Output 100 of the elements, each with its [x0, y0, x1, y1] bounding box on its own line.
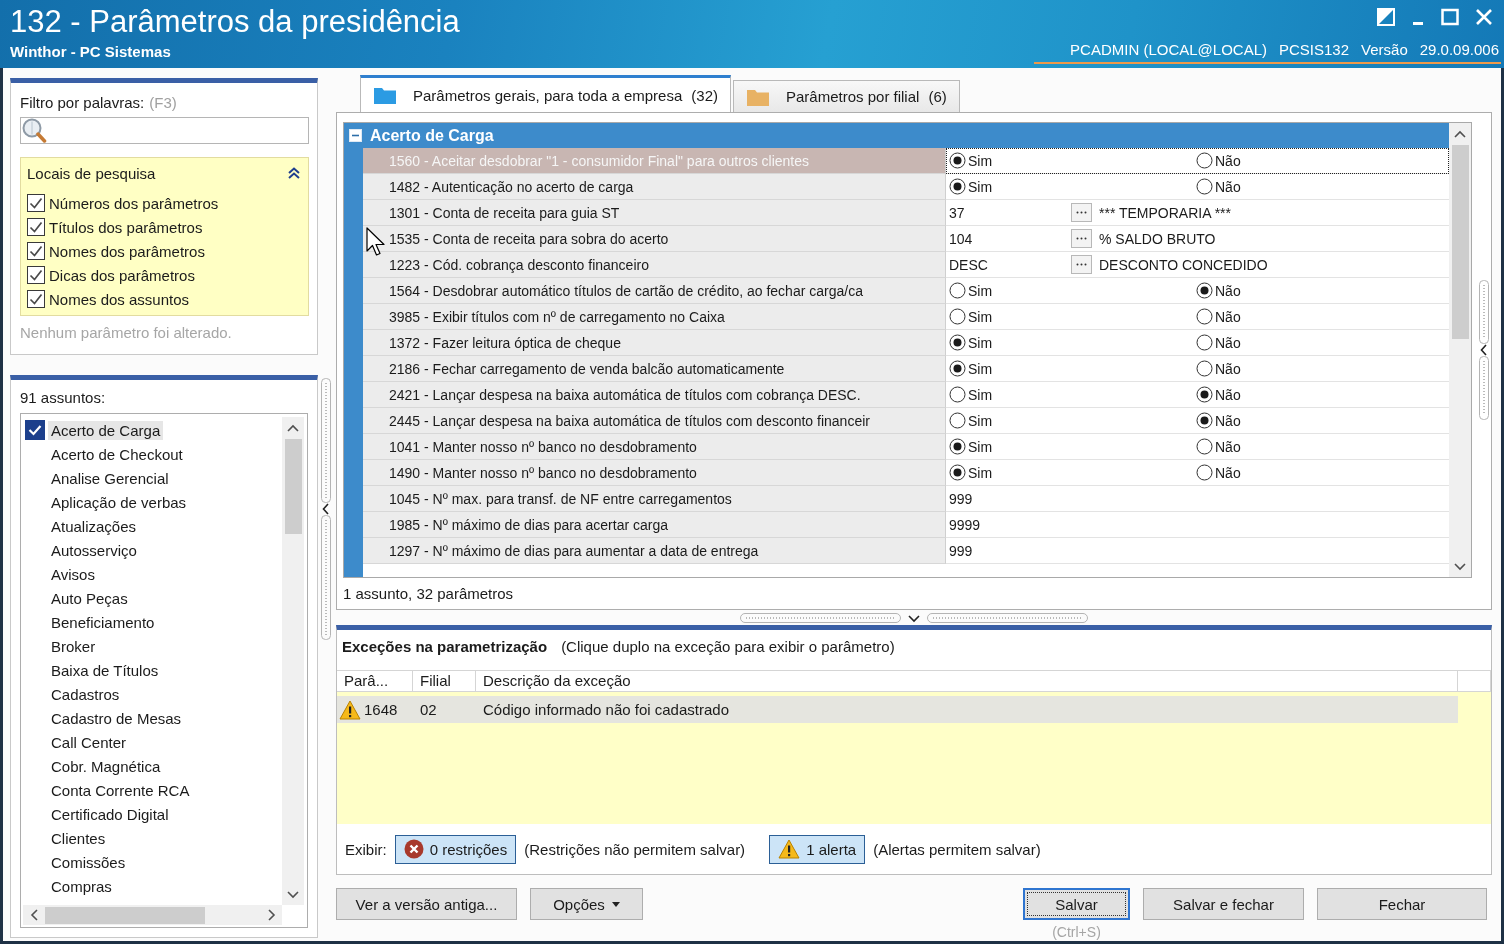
radio-icon[interactable]	[949, 438, 966, 455]
radio-option[interactable]: Sim	[949, 360, 1196, 377]
radio-option[interactable]: Sim	[949, 334, 1196, 351]
radio-option[interactable]: Sim	[949, 152, 1196, 169]
search-option[interactable]: Dicas dos parâmetros	[27, 263, 300, 287]
scroll-thumb[interactable]	[45, 906, 205, 924]
parameter-name[interactable]: 1297 - Nº máximo de dias para aumentar a data de entrega	[363, 538, 946, 564]
checkbox-icon[interactable]	[27, 290, 45, 308]
radio-option[interactable]: Não	[1196, 308, 1443, 325]
radio-option[interactable]: Não	[1196, 334, 1443, 351]
radio-icon[interactable]	[1196, 178, 1213, 195]
splitter-handle[interactable]	[320, 378, 332, 640]
tab[interactable]: Parâmetros por filial (6)	[733, 80, 960, 112]
radio-icon[interactable]	[949, 386, 966, 403]
column-header[interactable]: Filial	[413, 671, 476, 691]
half-filled-square-icon[interactable]	[1377, 8, 1395, 26]
parameter-name[interactable]: 1490 - Manter nosso nº banco no desdobramento	[363, 460, 946, 486]
radio-icon[interactable]	[1196, 282, 1213, 299]
list-item[interactable]: Cadastros	[48, 684, 123, 704]
radio-option[interactable]: Não	[1196, 438, 1443, 455]
radio-option[interactable]: Sim	[949, 412, 1196, 429]
table-row[interactable]: 1648 02 Código informado não foi cadastrado	[337, 696, 1458, 723]
parameter-name[interactable]: 1564 - Desdobrar automático títulos de cartão de crédito, ao fechar carga/ca	[363, 278, 946, 304]
list-item[interactable]: Atualizações	[48, 516, 140, 536]
checkbox-icon[interactable]	[27, 242, 45, 260]
parameter-value[interactable]: 104	[949, 230, 1071, 247]
scrollbar[interactable]	[1449, 123, 1471, 577]
parameter-value[interactable]: DESC	[949, 256, 1071, 273]
radio-icon[interactable]	[949, 334, 966, 351]
list-item[interactable]: Avisos	[48, 564, 98, 584]
radio-option[interactable]: Sim	[949, 282, 1196, 299]
maximize-icon[interactable]	[1441, 8, 1459, 26]
scroll-down-icon[interactable]	[1454, 561, 1466, 571]
list-item[interactable]: Analise Gerencial	[48, 468, 172, 488]
parameter-name[interactable]: 1372 - Fazer leitura óptica de cheque	[363, 330, 946, 356]
scroll-thumb[interactable]	[284, 439, 302, 534]
radio-icon[interactable]	[949, 152, 966, 169]
list-item[interactable]: Cobr. Magnética	[48, 756, 164, 776]
list-item[interactable]: Acerto de Carga	[48, 420, 164, 440]
action-button[interactable]: Fechar	[1317, 888, 1487, 920]
list-item[interactable]: Conta Corrente RCA	[48, 780, 193, 800]
search-option[interactable]: Números dos parâmetros	[27, 191, 300, 215]
list-item[interactable]: Certificado Digital	[48, 804, 172, 824]
scrollbar[interactable]	[282, 417, 304, 905]
toggle-button[interactable]: 0 restrições	[394, 834, 517, 864]
radio-icon[interactable]	[949, 412, 966, 429]
radio-icon[interactable]	[1196, 438, 1213, 455]
radio-icon[interactable]	[949, 282, 966, 299]
search-field[interactable]	[20, 117, 309, 144]
radio-option[interactable]: Não	[1196, 386, 1443, 403]
parameter-value[interactable]: 999	[949, 542, 973, 559]
list-item[interactable]: Compras	[48, 876, 115, 896]
radio-option[interactable]: Não	[1196, 152, 1443, 169]
close-icon[interactable]	[1475, 8, 1493, 26]
scroll-left-icon[interactable]	[29, 909, 39, 921]
radio-option[interactable]: Não	[1196, 282, 1443, 299]
action-button[interactable]: Salvar	[1023, 888, 1130, 920]
radio-option[interactable]: Sim	[949, 464, 1196, 481]
radio-icon[interactable]	[1196, 152, 1213, 169]
scroll-down-icon[interactable]	[287, 889, 299, 899]
parameter-name[interactable]: 1041 - Manter nosso nº banco no desdobramento	[363, 434, 946, 460]
splitter-handle[interactable]	[740, 611, 1088, 624]
scroll-up-icon[interactable]	[287, 423, 299, 433]
parameter-name[interactable]: 2445 - Lançar despesa na baixa automática de títulos com desconto financeir	[363, 408, 946, 434]
splitter-handle[interactable]	[1478, 280, 1490, 420]
checkbox-icon[interactable]	[25, 420, 45, 440]
parameter-name[interactable]: 1301 - Conta de receita para guia ST	[363, 200, 946, 226]
search-option[interactable]: Nomes dos parâmetros	[27, 239, 300, 263]
dropdown-button[interactable]: Opções	[530, 888, 643, 920]
list-item[interactable]: Cadastro de Mesas	[48, 708, 185, 728]
scroll-right-icon[interactable]	[266, 909, 276, 921]
radio-icon[interactable]	[1196, 464, 1213, 481]
column-header[interactable]: Descrição da exceção	[476, 671, 1458, 691]
radio-icon[interactable]	[1196, 360, 1213, 377]
radio-icon[interactable]	[949, 360, 966, 377]
collapse-icon[interactable]	[288, 167, 300, 179]
parameter-name[interactable]: 1223 - Cód. cobrança desconto financeiro	[363, 252, 946, 278]
checkbox-icon[interactable]	[27, 266, 45, 284]
radio-option[interactable]: Sim	[949, 438, 1196, 455]
parameter-name[interactable]: 1985 - Nº máximo de dias para acertar carga	[363, 512, 946, 538]
scrollbar[interactable]	[23, 905, 282, 925]
list-item[interactable]: Autosserviço	[48, 540, 140, 560]
tab[interactable]: Parâmetros gerais, para toda a empresa (32)	[360, 75, 731, 112]
list-item[interactable]: Call Center	[48, 732, 130, 752]
radio-option[interactable]: Sim	[949, 308, 1196, 325]
parameter-name[interactable]: 2421 - Lançar despesa na baixa automática de títulos com cobrança DESC.	[363, 382, 946, 408]
action-button[interactable]: Ver a versão antiga...	[336, 888, 517, 920]
radio-option[interactable]: Não	[1196, 412, 1443, 429]
checkbox-icon[interactable]	[27, 218, 45, 236]
parameter-name[interactable]: 2186 - Fechar carregamento de venda balcão automaticamente	[363, 356, 946, 382]
parameter-value[interactable]: 9999	[949, 516, 981, 533]
list-item[interactable]: Broker	[48, 636, 99, 656]
action-button[interactable]: Salvar e fechar	[1143, 888, 1304, 920]
radio-icon[interactable]	[949, 308, 966, 325]
list-item[interactable]: Aplicação de verbas	[48, 492, 190, 512]
radio-icon[interactable]	[1196, 386, 1213, 403]
toggle-button[interactable]: 1 alerta	[769, 834, 866, 864]
parameter-name[interactable]: 1535 - Conta de receita para sobra do acerto	[363, 226, 946, 252]
radio-icon[interactable]	[949, 178, 966, 195]
list-item[interactable]: Acerto de Checkout	[48, 444, 186, 464]
